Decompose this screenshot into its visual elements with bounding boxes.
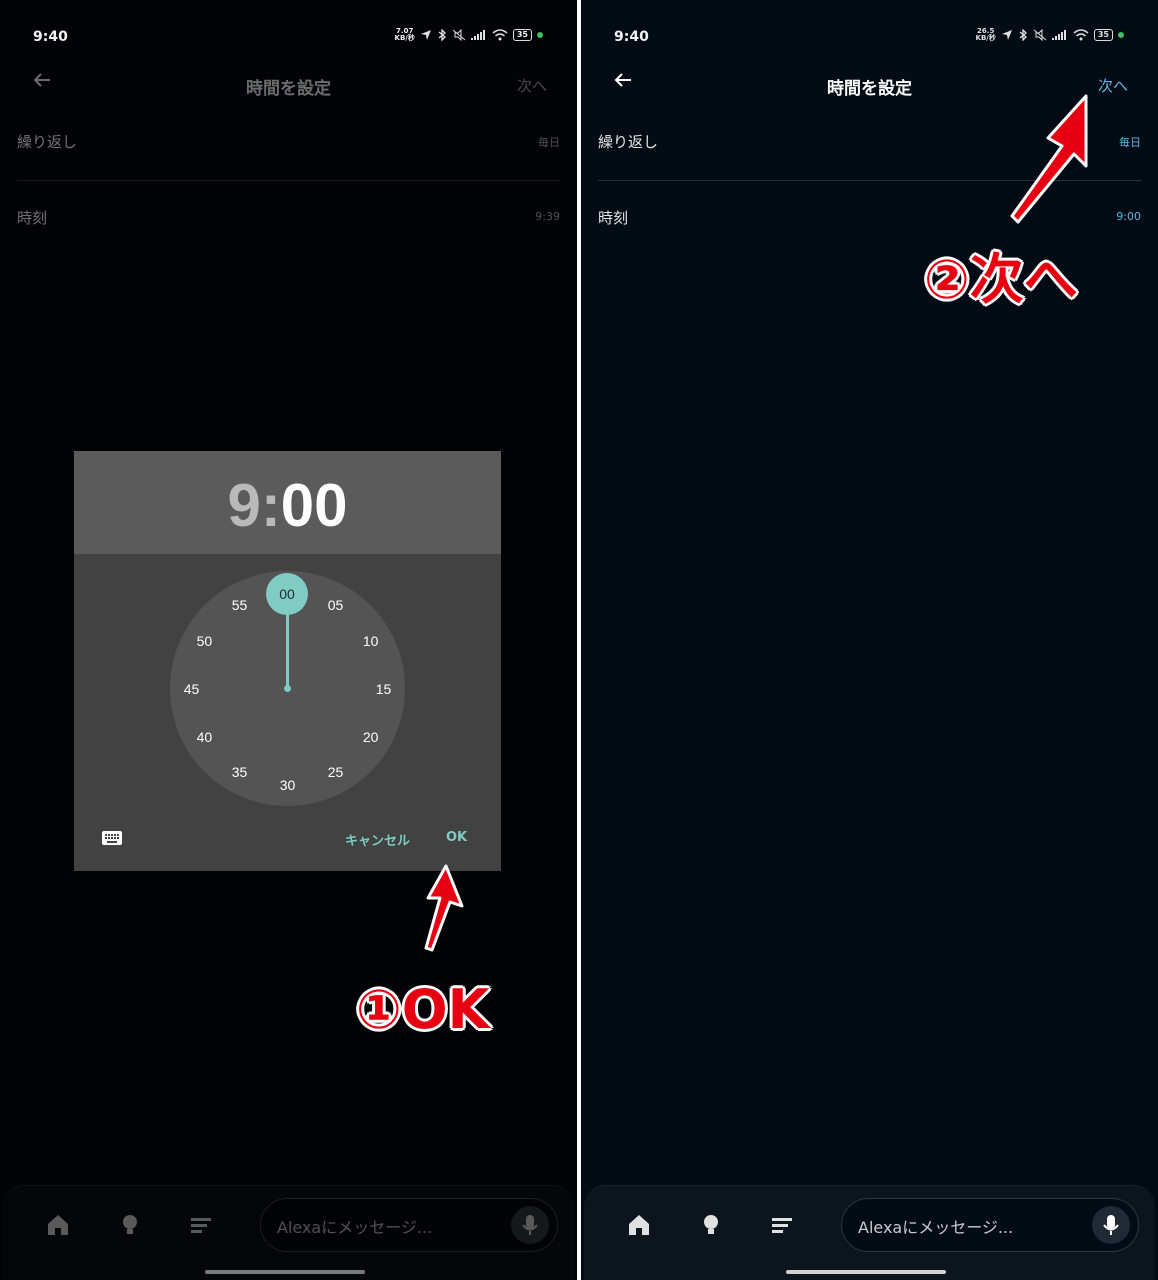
status-icons: 7.07 KB/秒 35 xyxy=(395,28,543,42)
annotation-arrow-ok xyxy=(424,864,464,952)
clock-number[interactable]: 35 xyxy=(225,762,255,782)
home-indicator xyxy=(786,1270,946,1274)
microphone-icon xyxy=(1103,1215,1119,1235)
home-icon[interactable] xyxy=(626,1212,652,1238)
clock-number[interactable]: 10 xyxy=(356,631,386,651)
clock-number[interactable]: 55 xyxy=(225,595,255,615)
location-icon xyxy=(1001,30,1012,40)
clock-center xyxy=(284,685,291,692)
repeat-value: 毎日 xyxy=(538,136,560,149)
picker-time-display: 9:00 xyxy=(74,471,501,540)
home-icon[interactable] xyxy=(45,1212,71,1238)
keyboard-icon[interactable] xyxy=(101,830,123,846)
bluetooth-icon xyxy=(438,29,446,41)
wifi-icon xyxy=(1073,29,1089,41)
clock-number[interactable]: 15 xyxy=(369,679,399,699)
bottom-navigation: Alexaにメッセージ... xyxy=(584,1185,1155,1280)
clock-face[interactable]: 00 05 10 15 20 25 30 35 40 45 50 55 xyxy=(170,571,405,806)
time-row[interactable]: 時刻 9:39 xyxy=(17,199,560,239)
repeat-label: 繰り返し xyxy=(17,133,78,151)
status-bar: 9:40 7.07 KB/秒 35 xyxy=(0,22,577,52)
clock-number[interactable]: 45 xyxy=(177,679,207,699)
ok-button[interactable]: OK xyxy=(446,830,467,845)
status-time: 9:40 xyxy=(33,29,68,45)
clock-number[interactable]: 05 xyxy=(321,595,351,615)
signal-icon xyxy=(1051,30,1066,40)
picker-separator: : xyxy=(260,472,281,539)
net-speed: 26.5 KB/秒 xyxy=(975,27,996,42)
clock-hand xyxy=(286,611,289,688)
alexa-message-placeholder: Alexaにメッセージ... xyxy=(277,1218,433,1237)
page-title: 時間を設定 xyxy=(246,79,331,99)
status-icons: 26.5 KB/秒 35 xyxy=(976,28,1124,42)
net-speed: 7.07 KB/秒 xyxy=(394,27,415,42)
next-button[interactable]: 次へ xyxy=(517,75,547,96)
clock-number[interactable]: 30 xyxy=(273,775,303,795)
picker-header: 9:00 xyxy=(74,451,501,554)
right-screenshot: 9:40 26.5 KB/秒 35 時間を設定 次へ 繰り返し 毎日 時刻 9:0… xyxy=(581,0,1158,1280)
cancel-button[interactable]: キャンセル xyxy=(345,830,410,849)
battery-indicator: 35 xyxy=(512,29,532,41)
clock-number[interactable]: 50 xyxy=(189,631,219,651)
lightbulb-icon[interactable] xyxy=(698,1212,724,1238)
annotation-label-ok: ①OK xyxy=(356,978,490,1041)
divider xyxy=(17,180,560,181)
picker-minute[interactable]: 00 xyxy=(281,472,348,539)
mute-icon xyxy=(1033,29,1047,41)
repeat-row[interactable]: 繰り返し 毎日 xyxy=(17,123,560,163)
privacy-dot xyxy=(537,32,543,38)
repeat-value: 毎日 xyxy=(1119,136,1141,149)
annotation-label-next: ②次へ xyxy=(924,248,1078,311)
status-bar: 9:40 26.5 KB/秒 35 xyxy=(581,22,1158,52)
wifi-icon xyxy=(492,29,508,41)
menu-lines-icon[interactable] xyxy=(769,1212,795,1238)
alexa-message-placeholder: Alexaにメッセージ... xyxy=(858,1218,1014,1237)
home-indicator xyxy=(205,1270,365,1274)
time-label: 時刻 xyxy=(17,209,48,227)
battery-indicator: 35 xyxy=(1093,29,1113,41)
lightbulb-icon[interactable] xyxy=(117,1212,143,1238)
next-button[interactable]: 次へ xyxy=(1098,75,1128,96)
left-screenshot: 9:40 7.07 KB/秒 35 時間を設定 次へ 繰り返し 毎日 時刻 9:3… xyxy=(0,0,577,1280)
menu-lines-icon[interactable] xyxy=(188,1212,214,1238)
clock-number[interactable]: 20 xyxy=(356,727,386,747)
clock-number[interactable]: 40 xyxy=(189,727,219,747)
time-value: 9:39 xyxy=(535,210,560,223)
mic-button[interactable] xyxy=(1092,1206,1130,1244)
clock-selected-minute[interactable]: 00 xyxy=(266,573,308,615)
signal-icon xyxy=(470,30,485,40)
mic-button[interactable] xyxy=(511,1206,549,1244)
time-value: 9:00 xyxy=(1116,210,1141,223)
alexa-message-input[interactable]: Alexaにメッセージ... xyxy=(260,1198,558,1252)
app-header: 時間を設定 次へ xyxy=(0,60,577,108)
bottom-navigation: Alexaにメッセージ... xyxy=(3,1185,574,1280)
privacy-dot xyxy=(1118,32,1124,38)
status-time: 9:40 xyxy=(614,29,649,45)
annotation-arrow-next xyxy=(1010,94,1088,224)
mute-icon xyxy=(452,29,466,41)
repeat-label: 繰り返し xyxy=(598,133,659,151)
alexa-message-input[interactable]: Alexaにメッセージ... xyxy=(841,1198,1139,1252)
time-label: 時刻 xyxy=(598,209,629,227)
location-icon xyxy=(420,30,431,40)
time-picker-dialog: 9:00 00 05 10 15 20 25 30 35 40 45 50 55 キャンセル OK xyxy=(74,451,501,871)
clock-number[interactable]: 25 xyxy=(321,762,351,782)
microphone-icon xyxy=(522,1215,538,1235)
picker-hour[interactable]: 9 xyxy=(227,472,260,539)
bluetooth-icon xyxy=(1019,29,1027,41)
